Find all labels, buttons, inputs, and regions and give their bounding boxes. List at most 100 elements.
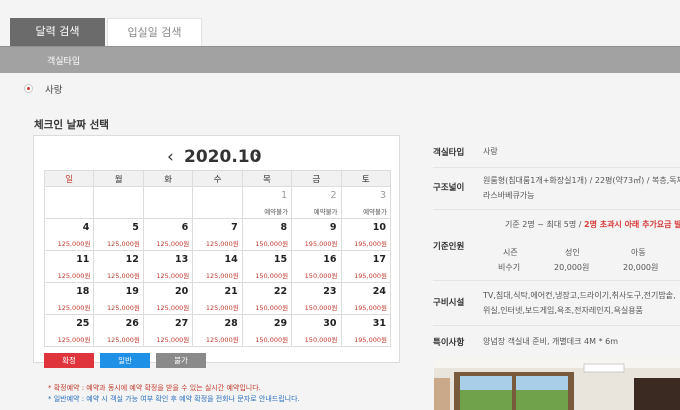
calendar-day-cell[interactable]: 21 125,000원 <box>192 282 243 315</box>
day-price: 150,000원 <box>304 304 338 312</box>
calendar-day-cell[interactable]: 16 150,000원 <box>291 250 342 283</box>
calendar-day-cell[interactable]: 2 예약불가 <box>291 186 342 219</box>
room-type-info-value: 사랑 <box>483 147 498 156</box>
next-month-icon[interactable]: › <box>254 146 261 168</box>
day-number: 2 <box>330 190 337 201</box>
weekday-mon: 월 <box>93 170 144 187</box>
calendar-day-cell[interactable]: 23 150,000원 <box>291 282 342 315</box>
day-unavailable-label: 예약불가 <box>363 208 387 216</box>
search-tabs: 달력 검색 입실일 검색 <box>10 18 202 46</box>
weekday-tue: 화 <box>142 170 194 187</box>
room-radio[interactable] <box>24 84 33 93</box>
day-price: 125,000원 <box>106 336 140 344</box>
special-notes-label: 특이사항 <box>433 338 465 348</box>
capacity-label: 기준인원 <box>433 242 465 252</box>
room-type-bar-label: 객실타입 <box>47 57 81 67</box>
day-number: 10 <box>372 222 386 233</box>
day-price: 125,000원 <box>205 336 239 344</box>
weekday-thu: 목 <box>241 170 293 187</box>
legend-general: 일반 <box>100 353 150 368</box>
calendar-empty-cell <box>142 186 194 219</box>
calendar-day-cell[interactable]: 26 125,000원 <box>93 314 144 347</box>
amenities-line-1: TV,침대,식탁,에어컨,냉장고,드라이기,취사도구,전기밥솥, <box>483 291 676 300</box>
divider <box>433 325 680 326</box>
calendar-day-cell[interactable]: 29 150,000원 <box>241 314 293 347</box>
day-price: 125,000원 <box>57 336 91 344</box>
prev-month-icon[interactable]: ‹ <box>167 146 174 168</box>
calendar-day-cell[interactable]: 1 예약불가 <box>241 186 293 219</box>
tab-checkin-date-search[interactable]: 입실일 검색 <box>107 18 202 46</box>
structure-line-2: 라스바베큐가능 <box>483 191 535 200</box>
child-price: 20,000원 <box>623 263 659 272</box>
room-option-label[interactable]: 사랑 <box>45 82 62 96</box>
day-price: 125,000원 <box>205 304 239 312</box>
booking-notes: * 확정예약 : 예약과 동시에 예약 확정을 받을 수 있는 실시간 예약입니… <box>48 383 300 405</box>
day-price: 125,000원 <box>57 240 91 248</box>
calendar-day-cell[interactable]: 6 125,000원 <box>142 218 194 251</box>
calendar-day-cell[interactable]: 19 125,000원 <box>93 282 144 315</box>
room-photo <box>434 358 680 410</box>
capacity-range: 기준 2명 ~ 최대 5명 / <box>505 220 584 229</box>
calendar-day-cell[interactable]: 14 125,000원 <box>192 250 243 283</box>
calendar-day-cell[interactable]: 10 195,000원 <box>340 218 392 251</box>
day-price: 150,000원 <box>255 272 289 280</box>
day-number: 27 <box>175 318 189 329</box>
day-price: 125,000원 <box>57 304 91 312</box>
season-value: 비수기 <box>498 263 521 272</box>
day-number: 3 <box>379 190 386 201</box>
calendar-day-cell[interactable]: 7 125,000원 <box>192 218 243 251</box>
calendar-day-cell[interactable]: 28 125,000원 <box>192 314 243 347</box>
day-price: 125,000원 <box>205 272 239 280</box>
tab-calendar-search[interactable]: 달력 검색 <box>10 18 105 46</box>
calendar-week: 1 예약불가 2 예약불가 3 예약불가 <box>43 186 392 219</box>
amenities-line-2: 위실,인터넷,보드게임,욕조,전자레인지,욕실용품 <box>483 306 643 315</box>
day-price: 125,000원 <box>156 336 190 344</box>
calendar-day-cell[interactable]: 31 195,000원 <box>340 314 392 347</box>
calendar-day-cell[interactable]: 20 125,000원 <box>142 282 194 315</box>
day-price: 125,000원 <box>156 304 190 312</box>
calendar-week: 4 125,000원 5 125,000원 6 125,000원 7 125,000원 8 150… <box>43 218 392 251</box>
day-number: 19 <box>125 286 139 297</box>
special-notes-value: 양념장 객실내 준비, 개별데크 4M * 6m <box>483 337 618 346</box>
calendar-day-cell[interactable]: 5 125,000원 <box>93 218 144 251</box>
calendar-day-cell[interactable]: 9 195,000원 <box>291 218 342 251</box>
day-number: 11 <box>76 254 90 265</box>
calendar-day-cell[interactable]: 17 195,000원 <box>340 250 392 283</box>
calendar-week: 11 125,000원 12 125,000원 13 125,000원 14 125,000원… <box>43 250 392 283</box>
day-number: 7 <box>231 222 238 233</box>
calendar-day-cell[interactable]: 12 125,000원 <box>93 250 144 283</box>
calendar-day-cell[interactable]: 27 125,000원 <box>142 314 194 347</box>
calendar-day-cell[interactable]: 15 150,000원 <box>241 250 293 283</box>
day-price: 195,000원 <box>354 336 387 344</box>
calendar-grid: 일 월 화 수 목 금 토 1 예약불가 2 예약불가 3 예약불가 4 125,000원 5 1… <box>43 170 392 347</box>
calendar-day-cell[interactable]: 22 150,000원 <box>241 282 293 315</box>
day-number: 1 <box>281 190 288 201</box>
day-number: 5 <box>132 222 139 233</box>
calendar-day-cell[interactable]: 18 125,000원 <box>43 282 95 315</box>
room-photo-image <box>434 358 680 410</box>
calendar-day-cell[interactable]: 8 150,000원 <box>241 218 293 251</box>
calendar-day-cell[interactable]: 4 125,000원 <box>43 218 95 251</box>
calendar-day-cell[interactable]: 24 195,000원 <box>340 282 392 315</box>
day-price: 125,000원 <box>156 272 190 280</box>
day-number: 20 <box>175 286 189 297</box>
calendar-day-cell[interactable]: 13 125,000원 <box>142 250 194 283</box>
calendar-header: ‹ 2020.10 › <box>34 146 399 168</box>
calendar-day-cell[interactable]: 11 125,000원 <box>43 250 95 283</box>
day-number: 23 <box>323 286 337 297</box>
day-number: 16 <box>323 254 337 265</box>
day-number: 4 <box>82 222 90 233</box>
day-price: 150,000원 <box>255 304 289 312</box>
day-number: 9 <box>329 222 337 233</box>
room-type-info-label: 객실타입 <box>433 148 465 158</box>
season-header: 시즌 <box>503 248 518 257</box>
calendar-day-cell[interactable]: 30 150,000원 <box>291 314 342 347</box>
checkin-section-title: 체크인 날짜 선택 <box>34 119 109 131</box>
capacity-warning: 2명 초과시 아래 추가요금 발 <box>584 220 680 229</box>
calendar-day-cell[interactable]: 25 125,000원 <box>43 314 95 347</box>
adult-header: 성인 <box>565 248 580 257</box>
calendar-day-cell[interactable]: 3 예약불가 <box>340 186 392 219</box>
day-price: 125,000원 <box>57 272 91 280</box>
day-price: 150,000원 <box>304 336 338 344</box>
calendar-empty-cell <box>93 186 144 219</box>
